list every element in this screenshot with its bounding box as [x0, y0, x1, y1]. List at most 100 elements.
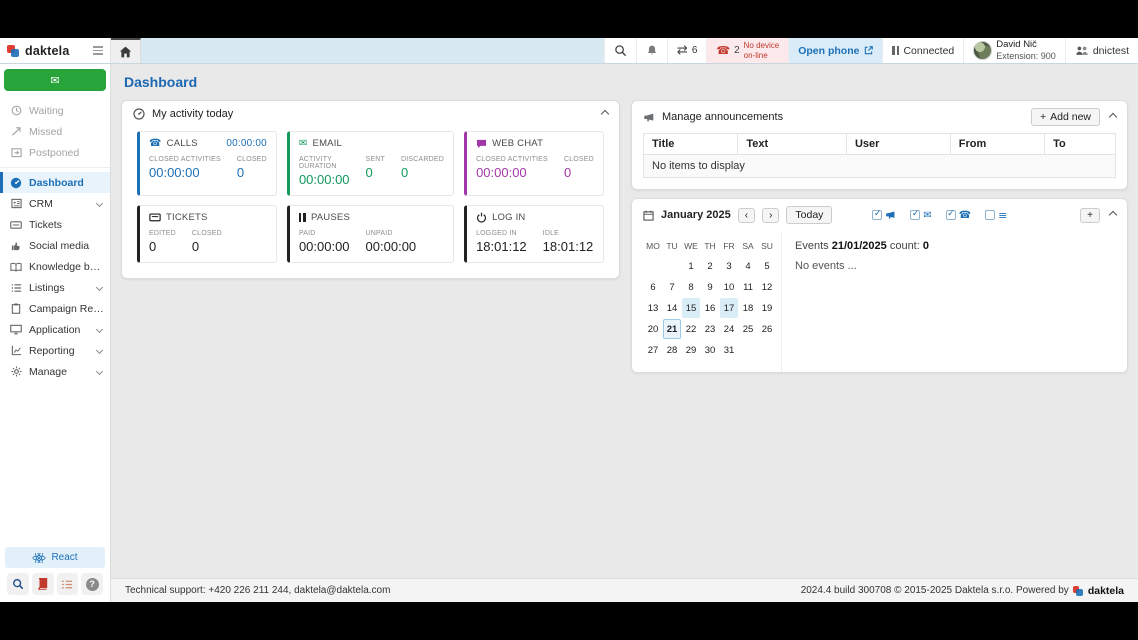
- search-button[interactable]: [604, 38, 636, 63]
- new-message-button[interactable]: ✉: [4, 69, 106, 91]
- manual-button[interactable]: [32, 573, 54, 595]
- calendar-day[interactable]: 21: [663, 319, 681, 339]
- sidebar-item-postponed[interactable]: Postponed: [0, 142, 110, 163]
- empty-state-text: No items to display: [644, 155, 1116, 178]
- react-atom-icon: [32, 553, 46, 563]
- column-header-to[interactable]: To: [1045, 134, 1116, 155]
- phone-icon: ☎: [716, 44, 730, 57]
- calendar-day[interactable]: 23: [701, 319, 719, 339]
- calendar-day[interactable]: 8: [682, 277, 700, 297]
- screen: daktela ⇄ 6 ☎: [0, 0, 1138, 640]
- sidebar-item-manage[interactable]: Manage: [0, 361, 110, 382]
- calendar-day[interactable]: 10: [720, 277, 738, 297]
- calendar-day[interactable]: 1: [682, 256, 700, 276]
- transfers-button[interactable]: ⇄ 6: [667, 38, 706, 63]
- collapse-icon[interactable]: [1109, 113, 1117, 121]
- calendar-day[interactable]: 29: [682, 340, 700, 360]
- calendar-day[interactable]: 28: [663, 340, 681, 360]
- sidebar-item-waiting[interactable]: Waiting: [0, 100, 110, 121]
- calendar-grid: MO TU WE TH FR SA SU 1234567891011121314…: [644, 237, 777, 360]
- calendar-day[interactable]: 3: [720, 256, 738, 276]
- calendar-day[interactable]: 2: [701, 256, 719, 276]
- sidebar-item-missed[interactable]: Missed: [0, 121, 110, 142]
- calendar-day[interactable]: 13: [644, 298, 662, 318]
- open-phone-button[interactable]: Open phone: [788, 38, 882, 63]
- filter-calls[interactable]: ☎: [946, 210, 971, 221]
- sidebar-item-application[interactable]: Application: [0, 319, 110, 340]
- checkbox[interactable]: [985, 210, 995, 220]
- card-email[interactable]: ✉ EMAIL ACTIVITY DURATION00:00:00 SENT0 …: [287, 131, 454, 196]
- metric: PAID00:00:00: [299, 230, 350, 254]
- connection-status[interactable]: Connected: [882, 38, 963, 63]
- column-header-user[interactable]: User: [846, 134, 950, 155]
- calendar-day[interactable]: 26: [758, 319, 776, 339]
- filter-emails[interactable]: ✉: [910, 210, 931, 221]
- help-button[interactable]: ?: [81, 573, 103, 595]
- card-log-in[interactable]: LOG IN LOGGED IN18:01:12 IDLE18:01:12: [464, 205, 604, 263]
- checkbox[interactable]: [872, 210, 882, 220]
- column-header-from[interactable]: From: [950, 134, 1044, 155]
- react-version-button[interactable]: React: [5, 547, 105, 568]
- dashboard-icon: [10, 177, 22, 189]
- calendar-day[interactable]: 20: [644, 319, 662, 339]
- sidebar-item-social-media[interactable]: Social media: [0, 235, 110, 256]
- calendar-day[interactable]: 27: [644, 340, 662, 360]
- calendar-day[interactable]: 6: [644, 277, 662, 297]
- user-profile[interactable]: David Nič Extension: 900: [963, 38, 1065, 63]
- calendar-day[interactable]: 14: [663, 298, 681, 318]
- sidebar-toggle-icon[interactable]: [93, 46, 103, 55]
- column-header-text[interactable]: Text: [738, 134, 847, 155]
- calendar-today-button[interactable]: Today: [786, 206, 832, 224]
- weekday-label: SA: [739, 237, 757, 255]
- filter-activities[interactable]: ≡: [985, 209, 1007, 222]
- calendar-day[interactable]: 30: [701, 340, 719, 360]
- card-pauses[interactable]: PAUSES PAID00:00:00 UNPAID00:00:00: [287, 205, 454, 263]
- calendar-day[interactable]: 22: [682, 319, 700, 339]
- calendar-day[interactable]: 31: [720, 340, 738, 360]
- sidebar-item-dashboard[interactable]: Dashboard: [0, 172, 110, 193]
- sidebar-item-knowledge-base[interactable]: Knowledge base: [0, 256, 110, 277]
- collapse-icon[interactable]: [601, 110, 609, 118]
- chevron-down-icon: [96, 368, 103, 375]
- sidebar-item-listings[interactable]: Listings: [0, 277, 110, 298]
- filter-announcements[interactable]: [872, 210, 896, 220]
- calendar-day[interactable]: 7: [663, 277, 681, 297]
- calendar-day[interactable]: 25: [739, 319, 757, 339]
- notifications-button[interactable]: [636, 38, 667, 63]
- sidebar-item-crm[interactable]: CRM: [0, 193, 110, 214]
- chevron-down-icon: [96, 284, 103, 291]
- calendar-day[interactable]: 19: [758, 298, 776, 318]
- calendar-day[interactable]: 17: [720, 298, 738, 318]
- calendar-prev-button[interactable]: ‹: [738, 208, 755, 223]
- calendar-day[interactable]: 18: [739, 298, 757, 318]
- calendar-day[interactable]: 12: [758, 277, 776, 297]
- collapse-icon[interactable]: [1109, 211, 1117, 219]
- changelog-button[interactable]: [57, 573, 79, 595]
- no-device-status[interactable]: ☎ 2 No deviceon-line: [706, 38, 788, 63]
- support-text: Technical support: +420 226 211 244, dak…: [125, 585, 390, 596]
- checkbox[interactable]: [910, 210, 920, 220]
- sidebar-item-campaign-records[interactable]: Campaign Records: [0, 298, 110, 319]
- card-tickets[interactable]: TICKETS EDITED0 CLOSED0: [137, 205, 277, 263]
- column-header-title[interactable]: Title: [644, 134, 738, 155]
- card-web-chat[interactable]: WEB CHAT CLOSED ACTIVITIES00:00:00 CLOSE…: [464, 131, 604, 196]
- calendar-day[interactable]: 11: [739, 277, 757, 297]
- sidebar-item-tickets[interactable]: Tickets: [0, 214, 110, 235]
- card-calls[interactable]: ☎ CALLS 00:00:00 CLOSED ACTIVITIES00:00:…: [137, 131, 277, 196]
- add-new-button[interactable]: +Add new: [1031, 108, 1100, 126]
- checkbox[interactable]: [946, 210, 956, 220]
- calendar-next-button[interactable]: ›: [762, 208, 779, 223]
- calendar-day[interactable]: 16: [701, 298, 719, 318]
- sidebar-search-button[interactable]: [7, 573, 29, 595]
- calendar-day[interactable]: 9: [701, 277, 719, 297]
- account-switcher[interactable]: dnictest: [1065, 38, 1138, 63]
- tab-home[interactable]: [111, 38, 141, 63]
- calendar-day[interactable]: 24: [720, 319, 738, 339]
- build-text: 2024.4 build 300708 © 2015-2025 Daktela …: [801, 585, 1069, 596]
- calendar-day[interactable]: 5: [758, 256, 776, 276]
- calendar-day[interactable]: 4: [739, 256, 757, 276]
- sidebar-item-reporting[interactable]: Reporting: [0, 340, 110, 361]
- calendar-add-button[interactable]: +: [1080, 208, 1100, 223]
- calendar-month-label: January 2025: [661, 209, 731, 221]
- calendar-day[interactable]: 15: [682, 298, 700, 318]
